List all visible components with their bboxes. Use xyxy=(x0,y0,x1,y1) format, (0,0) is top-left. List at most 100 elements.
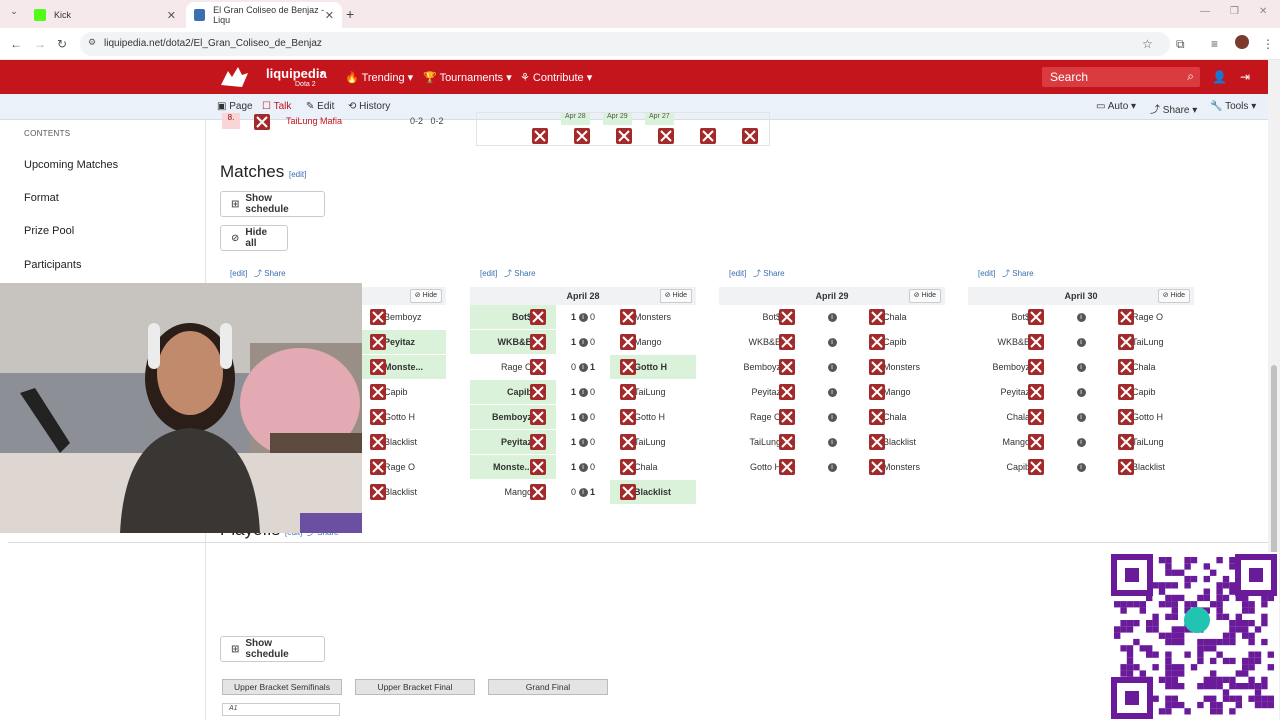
match-row[interactable]: Gotto H Monsters i xyxy=(719,455,945,480)
match-row[interactable]: Chala Gotto Hi xyxy=(968,405,1194,430)
extensions-icon[interactable]: ⧉ xyxy=(1176,37,1185,52)
nav-tournaments[interactable]: 🏆 Tournaments ▾ xyxy=(423,71,512,84)
match-row[interactable]: Capib Blacklist i xyxy=(968,455,1194,480)
restore-icon[interactable]: ❐ xyxy=(1230,6,1239,17)
match-info-icon[interactable]: i xyxy=(578,413,588,423)
match-row[interactable]: Monste... Chala 1 i 0 xyxy=(470,455,696,480)
match-info-icon[interactable]: i xyxy=(1076,438,1086,448)
match-row[interactable]: Peyitaz Mango i xyxy=(719,380,945,405)
site-info-icon[interactable]: ⚙ xyxy=(88,37,96,48)
match-row[interactable]: Bot$ Rage Oi xyxy=(968,305,1194,330)
match-info-icon[interactable]: i xyxy=(578,438,588,448)
match-score[interactable]: i xyxy=(1058,462,1104,473)
create-account-icon[interactable]: 👤 xyxy=(1212,70,1227,84)
tools-button[interactable]: 🔧 Tools ▾ xyxy=(1210,101,1256,112)
share-link[interactable]: ⤴ Share xyxy=(254,269,286,278)
reload-icon[interactable]: ↻ xyxy=(57,37,67,51)
match-score[interactable]: i xyxy=(809,312,855,323)
match-row[interactable]: Peyitaz Capib i xyxy=(968,380,1194,405)
section-edit-share[interactable]: [edit] ⤴ Share xyxy=(480,268,536,279)
match-info-icon[interactable]: i xyxy=(578,388,588,398)
match-row[interactable]: Bemboyz Gotto H1 i 0 xyxy=(470,405,696,430)
match-info-icon[interactable]: i xyxy=(827,388,837,398)
edit-link[interactable]: [edit] xyxy=(729,269,746,278)
match-score[interactable]: 1 i 0 xyxy=(560,462,606,473)
match-info-icon[interactable]: i xyxy=(827,338,837,348)
close-tab-icon[interactable]: ✕ xyxy=(167,9,176,22)
edit-section-link[interactable]: [edit] xyxy=(289,170,306,179)
tab-edit[interactable]: ✎ Edit xyxy=(306,101,334,112)
match-score[interactable]: i xyxy=(809,362,855,373)
match-info-icon[interactable]: i xyxy=(827,438,837,448)
forward-icon[interactable]: → xyxy=(34,37,46,51)
match-score[interactable]: 1 i 0 xyxy=(560,387,606,398)
share-link[interactable]: ⤴ Share xyxy=(1002,269,1034,278)
edit-link[interactable]: [edit] xyxy=(480,269,497,278)
hide-button[interactable]: ⊘ Hide xyxy=(409,289,442,303)
match-info-icon[interactable]: i xyxy=(1076,413,1086,423)
match-score[interactable]: 0 i 1 xyxy=(560,487,606,498)
wiki-switch-icon[interactable]: ▾ xyxy=(320,69,324,78)
sidebar-item-upcoming-matches[interactable]: Upcoming Matches xyxy=(24,159,118,171)
match-row[interactable]: TaiLung Blacklist i xyxy=(719,430,945,455)
match-info-icon[interactable]: i xyxy=(1076,313,1086,323)
match-info-icon[interactable]: i xyxy=(1076,388,1086,398)
match-row[interactable]: Bot$ Chala i xyxy=(719,305,945,330)
match-row[interactable]: Bot$ Monsters 1 i 0 xyxy=(470,305,696,330)
share-button[interactable]: ⤴ Share ▾ xyxy=(1150,101,1197,116)
match-score[interactable]: 1 i 0 xyxy=(560,412,606,423)
hide-button[interactable]: ⊘ Hide xyxy=(908,289,941,303)
match-info-icon[interactable]: i xyxy=(827,313,837,323)
sidebar-item-prize-pool[interactable]: Prize Pool xyxy=(24,225,74,237)
bracket-slot[interactable]: A1 xyxy=(222,703,340,716)
nav-trending[interactable]: 🔥 Trending ▾ xyxy=(345,71,413,84)
tab-talk[interactable]: ☐ Talk xyxy=(262,101,291,112)
login-icon[interactable]: ⇥ xyxy=(1240,70,1250,84)
section-edit-share[interactable]: [edit] ⤴ Share xyxy=(978,268,1034,279)
share-link[interactable]: ⤴ Share xyxy=(753,269,785,278)
match-row[interactable]: Mango Blacklist 0 i 1 xyxy=(470,480,696,505)
match-score[interactable]: i xyxy=(1058,412,1104,423)
match-info-icon[interactable]: i xyxy=(578,313,588,323)
hide-all-button[interactable]: ⊘ Hide all xyxy=(220,225,288,251)
match-score[interactable]: 0 i 1 xyxy=(560,362,606,373)
match-row[interactable]: Peyitaz TaiLung 1 i 0 xyxy=(470,430,696,455)
match-info-icon[interactable]: i xyxy=(578,363,588,373)
minimize-icon[interactable]: — xyxy=(1200,6,1210,17)
sidebar-item-format[interactable]: Format xyxy=(24,192,59,204)
match-score[interactable]: i xyxy=(1058,337,1104,348)
match-row[interactable]: WKB&B TaiLung i xyxy=(968,330,1194,355)
match-score[interactable]: 1 i 0 xyxy=(560,312,606,323)
match-info-icon[interactable]: i xyxy=(827,413,837,423)
match-info-icon[interactable]: i xyxy=(578,463,588,473)
standing-team[interactable]: TaiLung Mafia xyxy=(286,116,342,126)
match-row[interactable]: Capib TaiLung 1 i 0 xyxy=(470,380,696,405)
section-edit-share[interactable]: [edit] ⤴ Share xyxy=(230,268,286,279)
tab-page[interactable]: ▣ Page xyxy=(217,101,253,112)
close-tab-icon[interactable]: ✕ xyxy=(325,9,334,22)
share-link[interactable]: ⤴ Share xyxy=(504,269,536,278)
browser-tab-liquipedia[interactable]: El Gran Coliseo de Benjaz - Liqu ✕ xyxy=(186,2,342,28)
bookmark-star-icon[interactable]: ☆ xyxy=(1142,37,1153,51)
window-close-icon[interactable]: ✕ xyxy=(1259,6,1267,17)
search-icon[interactable]: ⌕ xyxy=(1187,69,1194,84)
match-row[interactable]: Mango TaiLung i xyxy=(968,430,1194,455)
reading-list-icon[interactable]: ≡ xyxy=(1211,37,1218,51)
match-info-icon[interactable]: i xyxy=(1076,363,1086,373)
back-icon[interactable]: ← xyxy=(10,37,22,51)
match-info-icon[interactable]: i xyxy=(827,363,837,373)
theme-auto-button[interactable]: ▭ Auto ▾ xyxy=(1096,101,1136,112)
match-score[interactable]: i xyxy=(1058,312,1104,323)
sidebar-item-participants[interactable]: Participants xyxy=(24,259,81,271)
match-row[interactable]: WKB&B Mango 1 i 0 xyxy=(470,330,696,355)
search-input[interactable]: Search ⌕ xyxy=(1042,67,1200,87)
match-row[interactable]: Rage O Gotto H0 i 1 xyxy=(470,355,696,380)
browser-tab-kick[interactable]: Kick ✕ xyxy=(26,2,184,28)
liquipedia-logo-icon[interactable] xyxy=(218,65,250,91)
match-score[interactable]: i xyxy=(1058,362,1104,373)
match-score[interactable]: 1 i 0 xyxy=(560,437,606,448)
tab-search-icon[interactable]: ⌄ xyxy=(6,6,22,22)
match-info-icon[interactable]: i xyxy=(1076,463,1086,473)
browser-menu-icon[interactable]: ⋮ xyxy=(1262,37,1274,51)
scrollbar-thumb[interactable] xyxy=(1271,365,1277,565)
